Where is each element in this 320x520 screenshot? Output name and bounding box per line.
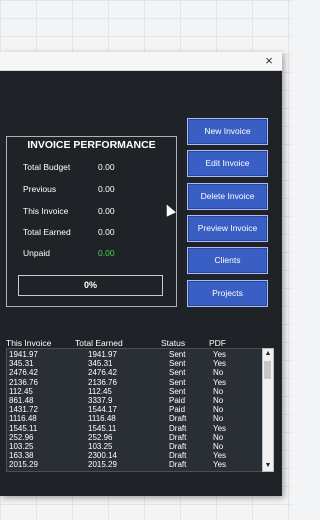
table-row[interactable]: 861.48 3337.9 Paid No — [7, 396, 262, 405]
cell-total-earned: 2136.76 — [88, 377, 117, 387]
cell-pdf: Yes — [213, 451, 227, 461]
cell-pdf: Yes — [213, 359, 227, 369]
cell-this-invoice: 1941.97 — [9, 350, 38, 359]
table-row[interactable]: 103.25 103.25 Draft No — [7, 442, 262, 451]
cell-pdf: Yes — [213, 377, 227, 387]
table-row[interactable]: 1545.11 1545.11 Draft Yes — [7, 424, 262, 433]
cell-total-earned: 2476.42 — [88, 368, 117, 378]
cell-status: Sent — [169, 368, 186, 378]
projects-button[interactable]: Projects — [187, 280, 268, 307]
cell-total-earned: 2015.29 — [88, 460, 117, 470]
table-row[interactable]: 112.45 112.45 Sent No — [7, 387, 262, 396]
this-invoice-label: This Invoice — [23, 206, 69, 216]
cell-status: Draft — [169, 423, 187, 433]
unpaid-value: 0.00 — [98, 248, 115, 258]
col-header-pdf[interactable]: PDF — [209, 338, 226, 348]
cell-total-earned: 1544.17 — [88, 405, 117, 415]
total-earned-label: Total Earned — [23, 227, 71, 237]
scroll-thumb[interactable] — [264, 361, 271, 379]
cell-status: Draft — [169, 432, 187, 442]
invoice-list[interactable]: 1941.97 1941.97 Sent Yes 345.31 345.31 Sent Yes… — [6, 348, 263, 472]
scroll-down-icon[interactable]: ▼ — [263, 461, 273, 471]
cell-this-invoice: 861.48 — [9, 396, 34, 405]
table-row[interactable]: 1941.97 1941.97 Sent Yes — [7, 350, 262, 359]
cell-total-earned: 103.25 — [88, 442, 113, 451]
col-header-total-earned[interactable]: Total Earned — [75, 338, 123, 348]
cell-total-earned: 1545.11 — [88, 423, 117, 433]
total-budget-label: Total Budget — [23, 162, 71, 172]
total-budget-value: 0.00 — [98, 162, 115, 172]
cell-total-earned: 345.31 — [88, 359, 113, 369]
cell-pdf: No — [213, 432, 224, 442]
cell-status: Sent — [169, 350, 186, 359]
cell-this-invoice: 1545.11 — [9, 423, 38, 433]
cell-pdf: Yes — [213, 460, 227, 470]
cell-pdf: Yes — [213, 423, 227, 433]
cell-this-invoice: 1116.48 — [9, 414, 37, 424]
col-header-status[interactable]: Status — [161, 338, 185, 348]
panel-title: INVOICE PERFORMANCE — [27, 139, 156, 151]
cell-status: Sent — [169, 377, 186, 387]
scroll-up-icon[interactable]: ▲ — [263, 349, 273, 359]
cell-total-earned: 2300.14 — [88, 451, 117, 461]
cell-total-earned: 1941.97 — [88, 350, 117, 359]
cell-pdf: Yes — [213, 350, 227, 359]
cell-pdf: No — [213, 405, 224, 415]
cell-status: Draft — [169, 460, 187, 470]
table-row[interactable]: 252.96 252.96 Draft No — [7, 433, 262, 442]
table-row[interactable]: 2015.29 2015.29 Draft Yes — [7, 460, 262, 469]
cell-pdf: No — [213, 396, 224, 405]
table-row[interactable]: 345.31 345.31 Sent Yes — [7, 359, 262, 368]
cell-status: Sent — [169, 359, 186, 369]
cell-status: Paid — [169, 396, 186, 405]
progress-percent: 0% — [18, 275, 163, 296]
previous-value: 0.00 — [98, 184, 115, 194]
edit-invoice-button[interactable]: Edit Invoice — [187, 150, 268, 177]
table-row[interactable]: 2136.76 2136.76 Sent Yes — [7, 378, 262, 387]
cell-this-invoice: 1431.72 — [9, 405, 38, 415]
cell-this-invoice: 112.45 — [9, 386, 33, 396]
cell-total-earned: 3337.9 — [88, 396, 113, 405]
cell-this-invoice: 103.25 — [9, 442, 34, 451]
cell-status: Sent — [169, 386, 186, 396]
cell-total-earned: 112.45 — [88, 386, 112, 396]
total-earned-value: 0.00 — [98, 227, 115, 237]
cell-total-earned: 252.96 — [88, 432, 113, 442]
cell-status: Draft — [169, 414, 187, 424]
cell-pdf: No — [213, 368, 224, 378]
cell-pdf: No — [213, 386, 224, 396]
cell-this-invoice: 345.31 — [9, 359, 34, 369]
delete-invoice-button[interactable]: Delete Invoice — [187, 183, 268, 210]
new-invoice-button[interactable]: New Invoice — [187, 118, 268, 145]
cell-this-invoice: 2476.42 — [9, 368, 38, 378]
dialog-titlebar: × — [0, 52, 282, 71]
table-row[interactable]: 1116.48 1116.48 Draft No — [7, 414, 262, 423]
table-row[interactable]: 2476.42 2476.42 Sent No — [7, 368, 262, 377]
cell-pdf: No — [213, 442, 224, 451]
invoice-performance-panel: INVOICE PERFORMANCE Total Budget 0.00 Pr… — [6, 136, 177, 307]
table-row[interactable]: 1431.72 1544.17 Paid No — [7, 405, 262, 414]
cell-this-invoice: 2136.76 — [9, 377, 38, 387]
cell-this-invoice: 2015.29 — [9, 460, 38, 470]
table-row[interactable]: 163.38 2300.14 Draft Yes — [7, 451, 262, 460]
cell-status: Paid — [169, 405, 186, 415]
cell-status: Draft — [169, 451, 187, 461]
unpaid-label: Unpaid — [23, 248, 50, 258]
cell-status: Draft — [169, 442, 187, 451]
col-header-this-invoice[interactable]: This Invoice — [6, 338, 51, 348]
close-icon[interactable]: × — [262, 52, 276, 70]
cell-this-invoice: 252.96 — [9, 432, 34, 442]
clients-button[interactable]: Clients — [187, 247, 268, 274]
cell-this-invoice: 163.38 — [9, 451, 34, 461]
list-scrollbar[interactable]: ▲ ▼ — [262, 348, 274, 472]
this-invoice-value: 0.00 — [98, 206, 115, 216]
preview-invoice-button[interactable]: Preview Invoice — [187, 215, 268, 242]
cell-total-earned: 1116.48 — [88, 414, 116, 424]
previous-label: Previous — [23, 184, 57, 194]
cell-pdf: No — [213, 414, 224, 424]
